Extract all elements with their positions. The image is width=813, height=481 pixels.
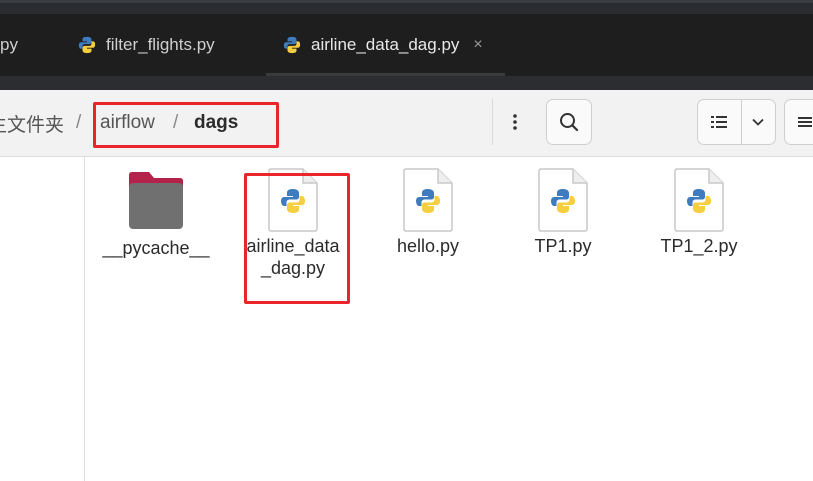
python-file-icon: [78, 36, 96, 54]
tab-label: airline_data_dag.py: [311, 35, 460, 54]
tab-filter-flights[interactable]: filter_flights.py: [78, 14, 215, 76]
file-item-tp1[interactable]: TP1.py: [518, 167, 608, 257]
breadcrumb-label: 主文件夹: [0, 114, 65, 136]
view-switcher[interactable]: [697, 99, 776, 145]
file-highlight-box: [244, 173, 350, 304]
editor-title-area: [0, 0, 813, 14]
breadcrumb-highlight-box: [93, 102, 279, 148]
file-name: TP1.py: [534, 236, 592, 256]
list-view-icon: [711, 116, 728, 128]
sidebar: [0, 157, 85, 481]
view-options-button[interactable]: [742, 100, 775, 144]
python-file-icon: [674, 168, 724, 232]
file-name: hello.py: [396, 236, 460, 256]
search-button[interactable]: [546, 99, 592, 145]
python-file-icon: [283, 36, 301, 54]
more-vertical-icon: [512, 114, 517, 130]
file-item-pycache[interactable]: __pycache__: [99, 167, 213, 259]
search-icon: [560, 113, 579, 132]
close-icon[interactable]: ×: [473, 36, 482, 54]
file-grid: __pycache__ airline_data_dag.py hello.py: [85, 157, 813, 481]
tab-label: filter_flights.py: [106, 35, 215, 54]
breadcrumb-home[interactable]: 主文件夹: [0, 90, 64, 156]
hamburger-menu-icon: [798, 117, 812, 127]
tab-label: py: [0, 35, 18, 54]
file-name: __pycache__: [102, 238, 210, 258]
separator-label: /: [76, 112, 82, 133]
more-options-button[interactable]: [492, 99, 536, 145]
python-file-icon: [403, 168, 453, 232]
file-item-hello[interactable]: hello.py: [383, 167, 473, 257]
file-name: TP1_2.py: [660, 236, 738, 256]
folder-icon: [129, 172, 183, 229]
list-view-button[interactable]: [698, 100, 742, 144]
tab-partial-py[interactable]: py: [0, 14, 18, 76]
breadcrumb-separator: /: [76, 90, 81, 156]
tab-airline-data-dag[interactable]: airline_data_dag.py ×: [283, 14, 483, 76]
python-file-icon: [538, 168, 588, 232]
editor-tab-bar: py filter_flights.py airline_data_dag.py…: [0, 14, 813, 76]
chevron-down-icon: [752, 118, 765, 126]
file-item-tp1-2[interactable]: TP1_2.py: [651, 167, 747, 257]
app-menu-button[interactable]: [784, 99, 813, 145]
window-gap: [0, 76, 813, 90]
